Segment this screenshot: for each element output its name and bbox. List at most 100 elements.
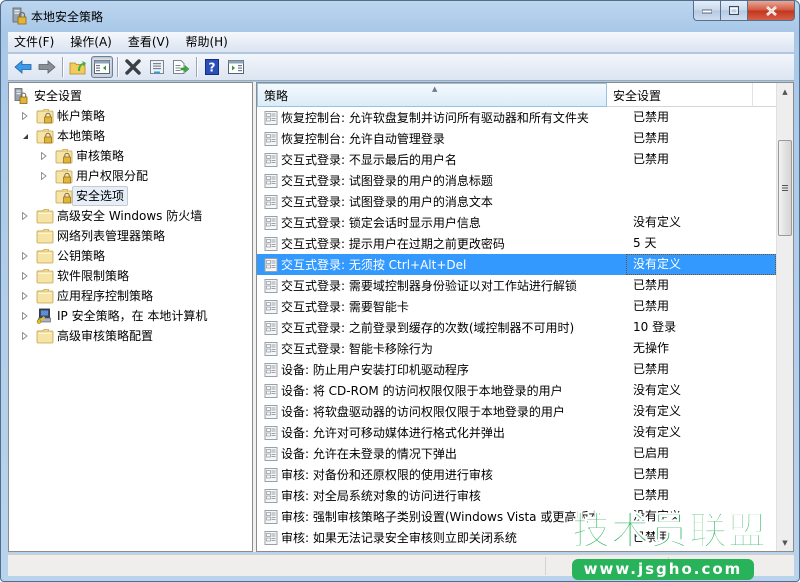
tree-label: 软件限制策略 xyxy=(57,269,130,283)
tree-node[interactable]: 软件限制策略 xyxy=(20,266,129,286)
tree-label: 审核策略 xyxy=(76,149,125,163)
expand-arrow-icon[interactable] xyxy=(39,171,49,181)
policy-row[interactable]: 交互式登录: 锁定会话时显示用户信息 没有定义 xyxy=(257,212,777,233)
policy-icon xyxy=(264,173,278,188)
security-setting-cell xyxy=(626,170,776,191)
minimize-button[interactable] xyxy=(693,1,721,21)
security-policy-icon xyxy=(14,88,28,104)
scroll-thumb[interactable] xyxy=(778,140,792,236)
title-bar[interactable]: 本地安全策略 xyxy=(1,1,800,31)
tree-node[interactable]: 高级安全 Windows 防火墙 xyxy=(20,206,202,226)
tree-node[interactable]: 帐户策略 xyxy=(20,106,105,126)
policy-row[interactable]: 交互式登录: 提示用户在过期之前更改密码 5 天 xyxy=(257,233,777,254)
tree-label: 公钥策略 xyxy=(57,249,106,263)
policy-row[interactable]: 交互式登录: 需要域控制器身份验证以对工作站进行解锁 已禁用 xyxy=(257,275,777,296)
policy-row[interactable]: 审核: 对全局系统对象的访问进行审核 已禁用 xyxy=(257,485,777,506)
menu-view[interactable]: 查看(V) xyxy=(122,33,176,52)
menu-help[interactable]: 帮助(H) xyxy=(179,33,233,52)
policy-row[interactable]: 交互式登录: 无须按 Ctrl+Alt+Del 没有定义 xyxy=(257,254,777,275)
expand-arrow-icon[interactable] xyxy=(20,111,30,121)
policy-icon xyxy=(264,404,278,419)
scroll-up-icon: ▲ xyxy=(782,87,788,96)
locked-folder-icon xyxy=(55,169,73,184)
properties-button[interactable] xyxy=(146,56,168,78)
column-header-policy[interactable]: ▲ 策略 xyxy=(257,83,607,107)
folder-icon xyxy=(36,269,54,284)
policy-row[interactable]: 设备: 允许在未登录的情况下弹出 已启用 xyxy=(257,443,777,464)
grip-icon xyxy=(782,185,788,191)
locked-folder-icon xyxy=(55,149,73,164)
app-window: 本地安全策略 文件(F) 操作(A) 查看(V) 帮助(H) ? 安全设置 帐户… xyxy=(0,0,800,582)
policy-icon xyxy=(264,509,278,524)
policy-row[interactable]: 交互式登录: 试图登录的用户的消息文本 xyxy=(257,191,777,212)
policy-row[interactable]: 恢复控制台: 允许自动管理登录 已禁用 xyxy=(257,128,777,149)
tree-node[interactable]: 审核策略 xyxy=(39,146,124,166)
up-level-button[interactable] xyxy=(67,56,89,78)
policy-row[interactable]: 交互式登录: 需要智能卡 已禁用 xyxy=(257,296,777,317)
tree-node[interactable]: 应用程序控制策略 xyxy=(20,286,153,306)
tree-node[interactable]: 用户权限分配 xyxy=(39,166,148,186)
policy-icon xyxy=(264,110,278,125)
security-setting-cell: 没有定义 xyxy=(633,404,682,418)
tree-node[interactable]: 安全选项 xyxy=(39,186,129,206)
policy-row[interactable]: 交互式登录: 不显示最后的用户名 已禁用 xyxy=(257,149,777,170)
column-header-security-setting[interactable]: 安全设置 xyxy=(607,83,753,107)
policy-row[interactable]: 设备: 将软盘驱动器的访问权限仅限于本地登录的用户 没有定义 xyxy=(257,401,777,422)
policy-icon xyxy=(264,341,278,356)
policy-name-cell: 交互式登录: 不显示最后的用户名 xyxy=(281,153,457,167)
tree-label: 高级审核策略配置 xyxy=(57,329,154,343)
policy-row[interactable]: 交互式登录: 试图登录的用户的消息标题 xyxy=(257,170,777,191)
list-header: ▲ 策略 安全设置 xyxy=(257,83,777,107)
policy-name-cell: 交互式登录: 试图登录的用户的消息文本 xyxy=(281,195,493,209)
show-hide-action-pane-button[interactable] xyxy=(225,56,247,78)
security-setting-cell: 没有定义 xyxy=(633,383,682,397)
forward-button[interactable] xyxy=(36,56,58,78)
menu-action[interactable]: 操作(A) xyxy=(64,33,118,52)
policy-icon xyxy=(264,152,278,167)
maximize-button[interactable] xyxy=(721,1,748,21)
tree-node[interactable]: 本地策略 xyxy=(20,126,105,146)
vertical-scrollbar[interactable]: ▲ ▼ xyxy=(776,83,793,551)
policy-row[interactable]: 审核: 对备份和还原权限的使用进行审核 已禁用 xyxy=(257,464,777,485)
policy-row[interactable]: 设备: 防止用户安装打印机驱动程序 已禁用 xyxy=(257,359,777,380)
locked-folder-icon xyxy=(36,109,54,124)
folder-icon xyxy=(36,209,54,224)
policy-row[interactable]: 交互式登录: 智能卡移除行为 无操作 xyxy=(257,338,777,359)
column-header-filler xyxy=(753,83,777,107)
policy-list: 恢复控制台: 允许软盘复制并访问所有驱动器和所有文件夹 已禁用 恢复控制台: 允许自… xyxy=(257,107,777,548)
menu-file[interactable]: 文件(F) xyxy=(8,33,60,52)
policy-icon xyxy=(264,467,278,482)
expand-arrow-icon[interactable] xyxy=(20,311,30,321)
tree-node[interactable]: 公钥策略 xyxy=(20,246,105,266)
tree-node[interactable]: IP 安全策略，在 本地计算机 xyxy=(20,306,207,326)
close-button[interactable] xyxy=(748,1,795,21)
show-hide-console-tree-button[interactable] xyxy=(91,56,113,78)
policy-row[interactable]: 设备: 允许对可移动媒体进行格式化并弹出 没有定义 xyxy=(257,422,777,443)
security-setting-cell: 没有定义 xyxy=(633,425,682,439)
policy-row[interactable]: 恢复控制台: 允许软盘复制并访问所有驱动器和所有文件夹 已禁用 xyxy=(257,107,777,128)
expand-arrow-icon[interactable] xyxy=(20,331,30,341)
policy-name-cell: 审核: 对全局系统对象的访问进行审核 xyxy=(281,489,481,503)
tree-node[interactable]: 网络列表管理器策略 xyxy=(20,226,165,246)
expand-arrow-icon[interactable] xyxy=(20,271,30,281)
help-button[interactable]: ? xyxy=(201,56,223,78)
collapse-arrow-icon[interactable] xyxy=(20,131,30,141)
expand-arrow-icon[interactable] xyxy=(20,291,30,301)
policy-row[interactable]: 设备: 将 CD-ROM 的访问权限仅限于本地登录的用户 没有定义 xyxy=(257,380,777,401)
delete-button[interactable] xyxy=(122,56,144,78)
expand-arrow-icon[interactable] xyxy=(39,151,49,161)
export-list-icon xyxy=(173,60,190,74)
policy-name-cell: 交互式登录: 提示用户在过期之前更改密码 xyxy=(281,237,505,251)
expand-arrow-icon[interactable] xyxy=(20,211,30,221)
scroll-up-button[interactable]: ▲ xyxy=(777,83,793,100)
security-setting-cell: 已禁用 xyxy=(633,362,670,376)
back-button[interactable] xyxy=(12,56,34,78)
tree-node[interactable]: 高级审核策略配置 xyxy=(20,326,153,346)
export-list-button[interactable] xyxy=(170,56,192,78)
policy-row[interactable]: 交互式登录: 之前登录到缓存的次数(域控制器不可用时) 10 登录 xyxy=(257,317,777,338)
expand-arrow-icon[interactable] xyxy=(20,251,30,261)
folder-up-icon xyxy=(69,61,86,75)
tree-root-security-settings[interactable]: 安全设置 xyxy=(13,86,82,106)
policy-name-cell: 恢复控制台: 允许软盘复制并访问所有驱动器和所有文件夹 xyxy=(281,111,589,125)
